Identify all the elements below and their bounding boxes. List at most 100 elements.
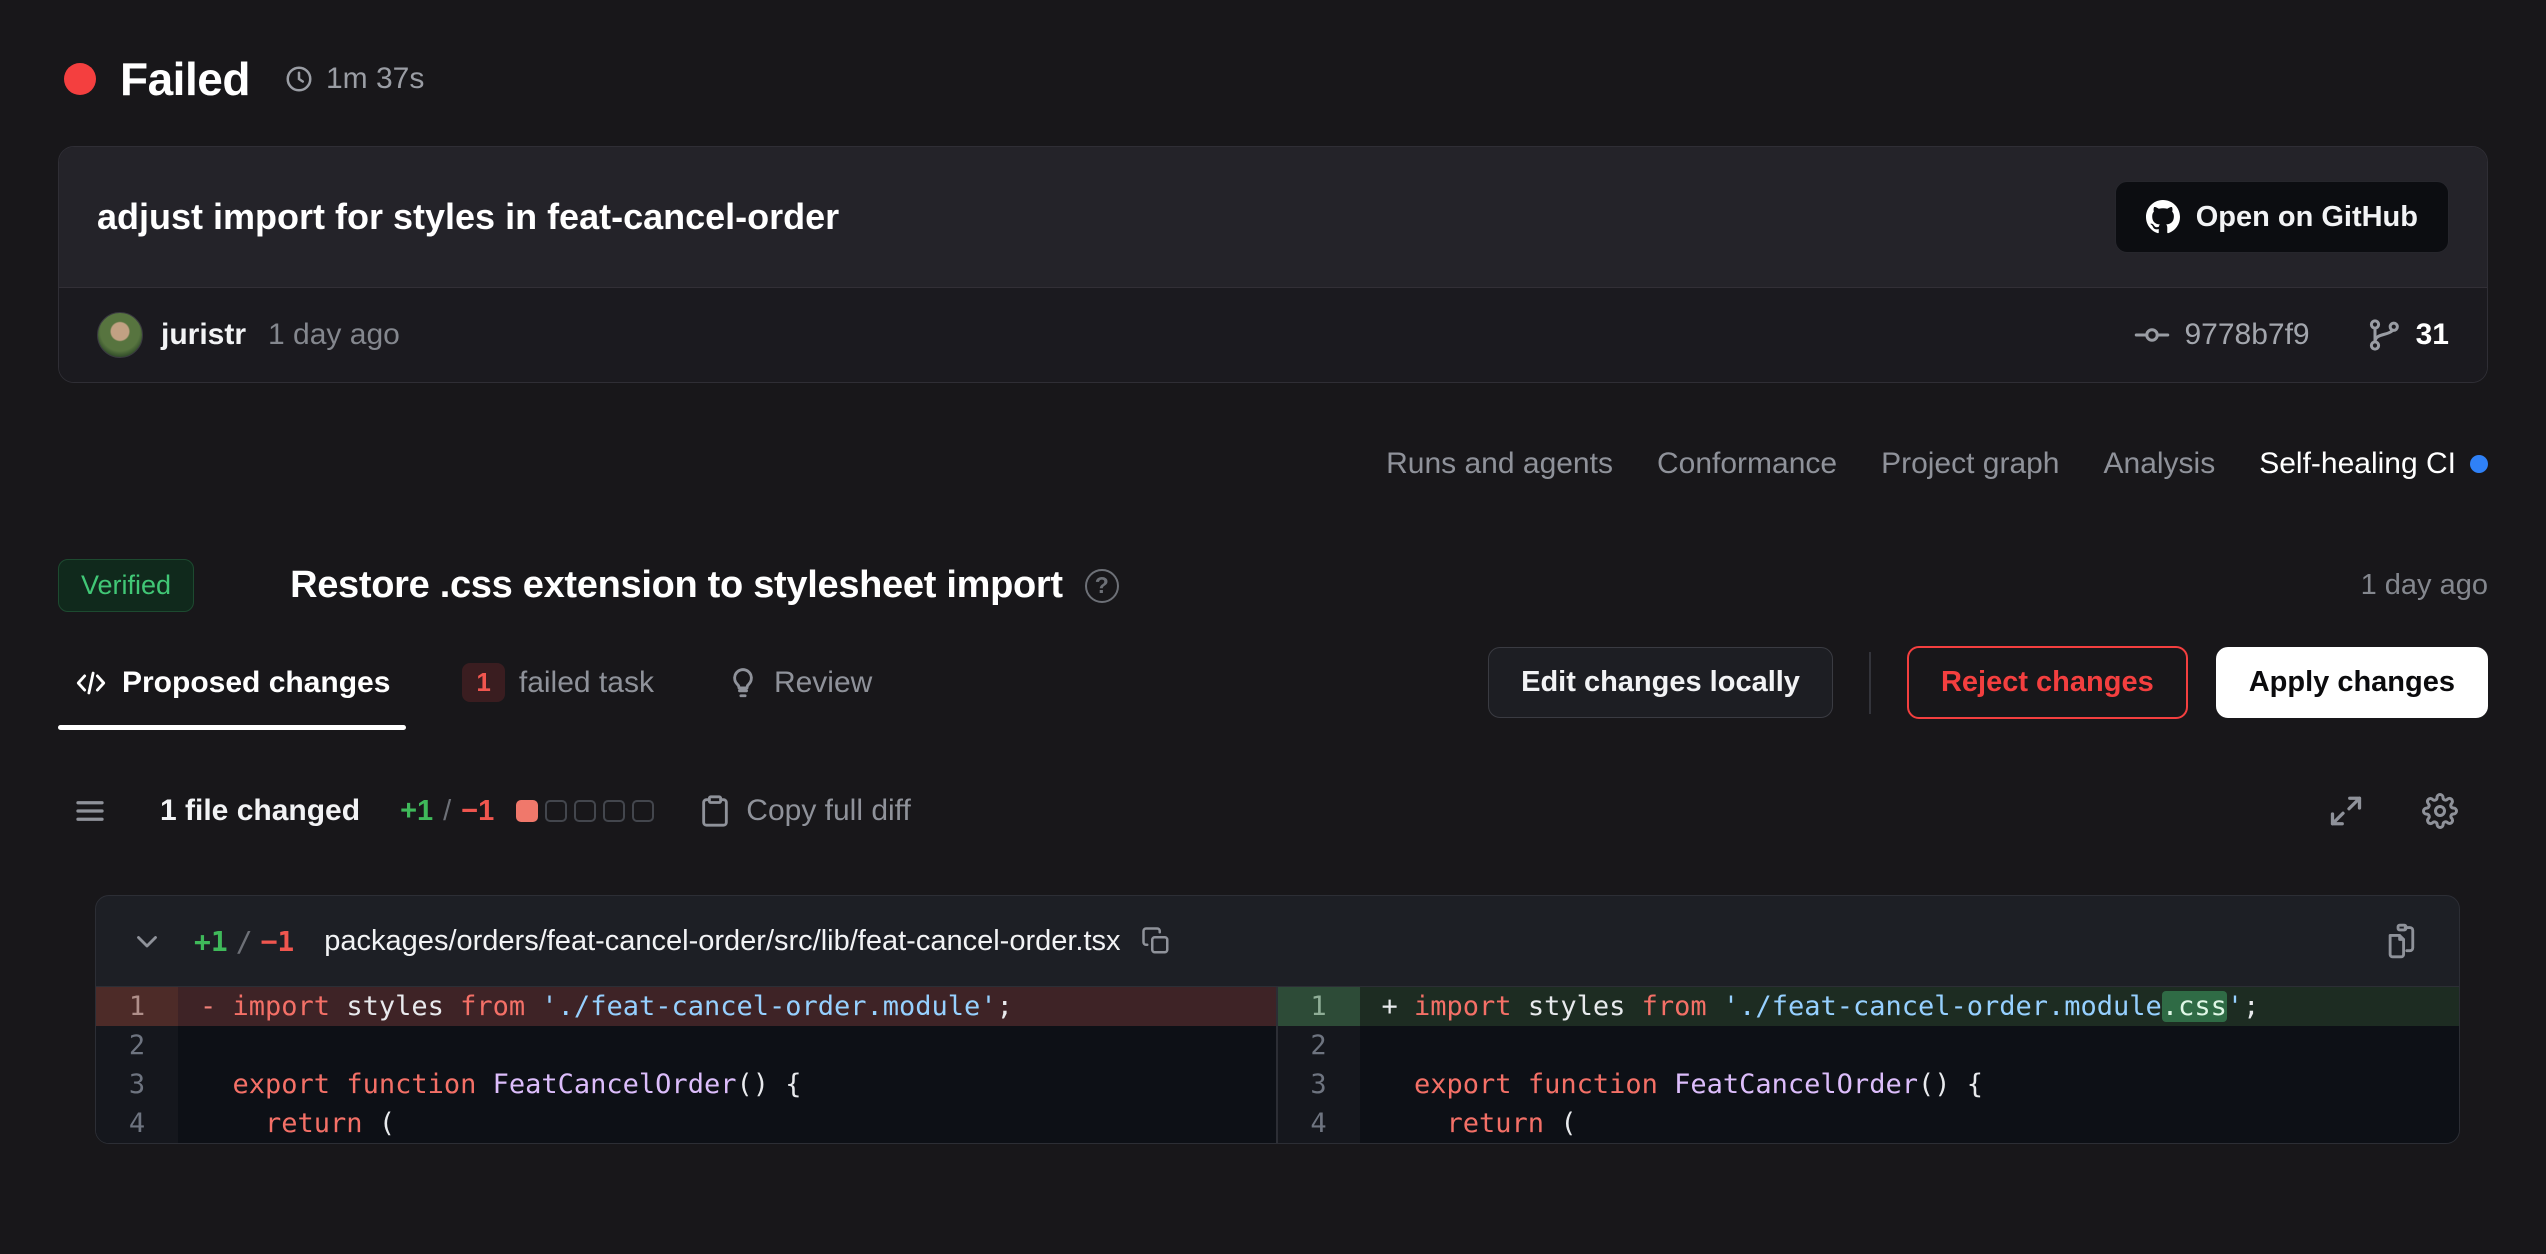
line-number: 1 xyxy=(96,987,178,1026)
diff-pane-after: 1+import styles from './feat-cancel-orde… xyxy=(1278,987,2460,1143)
diff-file-header: +1 / −1 packages/orders/feat-cancel-orde… xyxy=(96,896,2459,986)
tabs-row: Proposed changes 1 failed task Review Ed… xyxy=(58,646,2488,735)
file-stats-separator: / xyxy=(236,925,253,958)
diff-stats: +1 / −1 xyxy=(400,795,494,828)
expand-fullscreen-button[interactable] xyxy=(2328,793,2364,829)
nav-analysis[interactable]: Analysis xyxy=(2104,447,2216,481)
diff-line: 2 xyxy=(1278,1026,2460,1065)
git-branch-icon xyxy=(2366,317,2402,353)
clipboard-page-icon xyxy=(2383,922,2421,960)
clock-icon xyxy=(284,64,314,94)
commit-title: adjust import for styles in feat-cancel-… xyxy=(97,196,839,238)
copy-full-diff-button[interactable]: Copy full diff xyxy=(698,794,911,828)
copy-icon xyxy=(1141,926,1171,956)
author-group: juristr 1 day ago xyxy=(97,312,400,358)
tab-proposed-changes-label: Proposed changes xyxy=(122,666,390,700)
code-line: return ( xyxy=(1360,1104,2460,1143)
git-commit-icon xyxy=(2134,317,2170,353)
tab-proposed-changes[interactable]: Proposed changes xyxy=(58,652,406,730)
actions-divider xyxy=(1869,652,1871,714)
apply-changes-button[interactable]: Apply changes xyxy=(2216,647,2488,718)
line-number: 4 xyxy=(96,1104,178,1143)
diff-toolbar: 1 file changed +1 / −1 Copy full diff xyxy=(72,793,2458,829)
open-on-github-label: Open on GitHub xyxy=(2196,201,2418,234)
status-header: Failed 1m 37s xyxy=(0,0,2546,106)
open-on-github-button[interactable]: Open on GitHub xyxy=(2115,181,2449,253)
copy-path-button[interactable] xyxy=(1141,926,1171,956)
commit-hash: 9778b7f9 xyxy=(2184,318,2309,352)
line-number: 4 xyxy=(1278,1104,1360,1143)
line-number: 2 xyxy=(96,1026,178,1065)
run-duration: 1m 37s xyxy=(284,62,424,96)
duration-label: 1m 37s xyxy=(326,62,424,96)
page: Failed 1m 37s adjust import for styles i… xyxy=(0,0,2546,1254)
failed-task-count-badge: 1 xyxy=(462,663,504,702)
file-deletions: −1 xyxy=(261,925,295,958)
nav-conformance[interactable]: Conformance xyxy=(1657,447,1837,481)
gear-icon xyxy=(2422,793,2458,829)
notification-dot-icon xyxy=(2470,455,2488,473)
nav-project-graph[interactable]: Project graph xyxy=(1881,447,2059,481)
deletions-count: −1 xyxy=(461,795,494,828)
commit-card-header: adjust import for styles in feat-cancel-… xyxy=(59,147,2487,288)
stat-square xyxy=(545,800,567,822)
line-number: 3 xyxy=(96,1065,178,1104)
diff-line: 1+import styles from './feat-cancel-orde… xyxy=(1278,987,2460,1026)
diff-line: 4 return ( xyxy=(1278,1104,2460,1143)
fix-section-header: Verified Restore .css extension to style… xyxy=(58,559,2488,612)
file-diff-stats: +1 / −1 xyxy=(194,925,294,958)
commit-meta: 9778b7f9 31 xyxy=(2134,317,2449,353)
line-number: 3 xyxy=(1278,1065,1360,1104)
fix-title: Restore .css extension to stylesheet imp… xyxy=(290,564,1063,607)
stat-square xyxy=(516,800,538,822)
diff-pane-before: 1-import styles from './feat-cancel-orde… xyxy=(96,987,1278,1143)
code-line: export function FeatCancelOrder() { xyxy=(178,1065,1276,1104)
diff-line: 3export function FeatCancelOrder() { xyxy=(1278,1065,2460,1104)
code-line: +import styles from './feat-cancel-order… xyxy=(1360,987,2460,1026)
code-icon xyxy=(74,666,108,700)
diff-body: 1-import styles from './feat-cancel-orde… xyxy=(96,986,2459,1143)
diff-line: 4 return ( xyxy=(96,1104,1276,1143)
file-additions: +1 xyxy=(194,925,228,958)
hamburger-icon xyxy=(72,793,108,829)
line-number: 1 xyxy=(1278,987,1360,1026)
avatar xyxy=(97,312,143,358)
diff-file-card: +1 / −1 packages/orders/feat-cancel-orde… xyxy=(95,895,2460,1144)
nav-runs-and-agents[interactable]: Runs and agents xyxy=(1386,447,1613,481)
diff-stat-squares xyxy=(516,800,654,822)
nav-self-healing-ci[interactable]: Self-healing CI xyxy=(2259,447,2488,481)
copy-file-diff-button[interactable] xyxy=(2383,922,2421,960)
commit-meta-row: juristr 1 day ago 9778b7f9 31 xyxy=(59,288,2487,382)
copy-full-diff-label: Copy full diff xyxy=(746,794,911,828)
expand-icon xyxy=(2328,793,2364,829)
commit-hash-item[interactable]: 9778b7f9 xyxy=(2134,317,2309,353)
author-name: juristr xyxy=(161,318,246,352)
verified-badge: Verified xyxy=(58,559,194,612)
fix-actions: Edit changes locally Reject changes Appl… xyxy=(1488,646,2488,719)
edit-changes-locally-button[interactable]: Edit changes locally xyxy=(1488,647,1833,718)
commit-card: adjust import for styles in feat-cancel-… xyxy=(58,146,2488,383)
chevron-down-icon[interactable] xyxy=(130,924,164,958)
code-line xyxy=(1360,1026,2460,1065)
stat-square xyxy=(574,800,596,822)
line-number: 2 xyxy=(1278,1026,1360,1065)
code-line: export function FeatCancelOrder() { xyxy=(1360,1065,2460,1104)
clipboard-icon xyxy=(698,794,732,828)
code-line: return ( xyxy=(178,1104,1276,1143)
stat-square xyxy=(603,800,625,822)
reject-changes-button[interactable]: Reject changes xyxy=(1907,646,2188,719)
branch-count-item[interactable]: 31 xyxy=(2366,317,2449,353)
tab-review-label: Review xyxy=(774,666,872,700)
commit-time: 1 day ago xyxy=(268,318,400,352)
diff-line: 3export function FeatCancelOrder() { xyxy=(96,1065,1276,1104)
file-list-menu-button[interactable] xyxy=(72,793,108,829)
tab-review[interactable]: Review xyxy=(710,652,888,730)
workspace-nav: Runs and agents Conformance Project grap… xyxy=(58,447,2488,481)
status-title: Failed xyxy=(120,52,250,106)
code-line: -import styles from './feat-cancel-order… xyxy=(178,987,1276,1026)
failed-status-dot-icon xyxy=(64,63,96,95)
help-icon[interactable]: ? xyxy=(1085,569,1119,603)
tab-failed-task[interactable]: 1 failed task xyxy=(446,649,670,732)
diff-settings-button[interactable] xyxy=(2422,793,2458,829)
branch-count: 31 xyxy=(2416,318,2449,352)
